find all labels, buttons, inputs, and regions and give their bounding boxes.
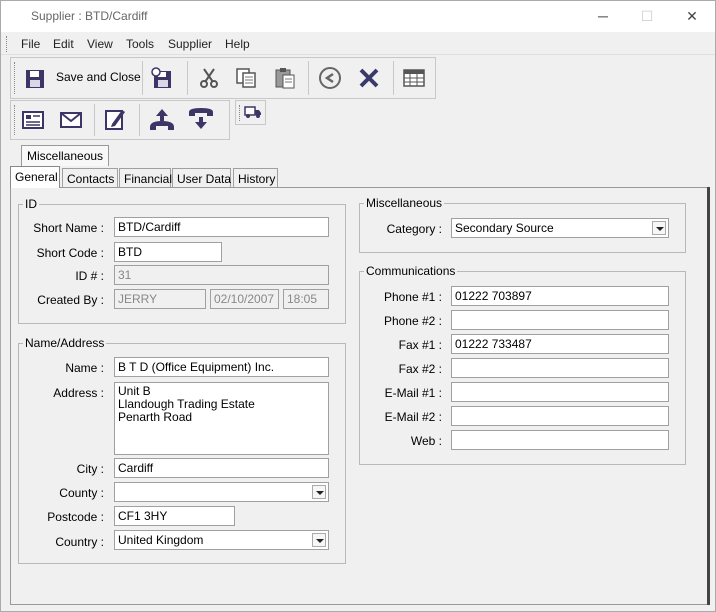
tab-user-data[interactable]: User Data [172, 168, 231, 188]
toolbar-grip[interactable] [239, 105, 242, 121]
close-button[interactable]: ✕ [669, 1, 715, 32]
misc-group-legend: Miscellaneous [364, 196, 445, 210]
toolbar-separator [393, 61, 394, 95]
chevron-down-icon[interactable] [652, 221, 666, 235]
chevron-down-icon[interactable] [312, 533, 326, 547]
phone1-label: Phone #1 : [383, 290, 442, 304]
fax1-label: Fax #1 : [398, 338, 442, 352]
undo-icon[interactable] [317, 65, 343, 91]
phone2-field[interactable] [451, 310, 669, 330]
window-title: Supplier : BTD/Cardiff [31, 9, 148, 23]
email2-field[interactable] [451, 406, 669, 426]
tab-miscellaneous[interactable]: Miscellaneous [21, 145, 110, 166]
menu-supplier[interactable]: Supplier [168, 37, 212, 51]
name-label: Name : [65, 361, 104, 375]
name-field[interactable]: B T D (Office Equipment) Inc. [114, 357, 329, 377]
menu-edit[interactable]: Edit [53, 37, 74, 51]
postcode-label: Postcode : [47, 510, 104, 524]
communications-group-legend: Communications [364, 264, 458, 278]
short-name-label: Short Name : [33, 221, 104, 235]
save-new-icon[interactable] [149, 65, 175, 91]
category-select[interactable]: Secondary Source [451, 218, 669, 238]
email1-field[interactable] [451, 382, 669, 402]
toolbar-grip[interactable] [14, 105, 17, 135]
address-field[interactable]: Unit B Llandough Trading Estate Penarth … [114, 382, 329, 455]
delete-icon[interactable] [356, 65, 382, 91]
id-field: 31 [114, 265, 329, 285]
supplier-window: Supplier : BTD/Cardiff ─ ☐ ✕ File Edit V… [0, 0, 716, 612]
toolbar-separator [308, 61, 309, 95]
toolbar-separator [139, 104, 140, 136]
id-group-legend: ID [23, 197, 39, 211]
short-name-field[interactable]: BTD/Cardiff [114, 217, 329, 237]
menu-help[interactable]: Help [225, 37, 250, 51]
tab-financial[interactable]: Financial [119, 168, 172, 188]
minimize-button[interactable]: ─ [580, 1, 626, 32]
card-icon[interactable] [20, 107, 46, 133]
address-label: Address : [53, 386, 104, 400]
menu-tools[interactable]: Tools [126, 37, 154, 51]
city-label: City : [76, 462, 104, 476]
email2-label: E-Mail #2 : [384, 410, 442, 424]
id-label: ID # : [75, 269, 104, 283]
county-select[interactable] [114, 482, 329, 502]
menu-grip[interactable] [6, 36, 9, 52]
phone2-label: Phone #2 : [383, 314, 442, 328]
save-icon[interactable] [23, 67, 47, 91]
maximize-button[interactable]: ☐ [624, 1, 670, 32]
save-and-close-button[interactable]: Save and Close [56, 70, 141, 84]
grid-icon[interactable] [401, 65, 427, 91]
country-select[interactable]: United Kingdom [114, 530, 329, 550]
short-code-field[interactable]: BTD [114, 242, 222, 262]
hangup-icon[interactable] [187, 105, 215, 133]
menu-bar: File Edit View Tools Supplier Help [1, 33, 715, 55]
edit-icon[interactable] [102, 105, 128, 133]
tab-general[interactable]: General [10, 166, 60, 188]
county-label: County : [59, 486, 104, 500]
cut-icon[interactable] [196, 65, 222, 91]
created-by-field: JERRY [114, 289, 206, 309]
truck-icon[interactable] [243, 103, 263, 121]
fax2-field[interactable] [451, 358, 669, 378]
email1-label: E-Mail #1 : [384, 386, 442, 400]
country-label: Country : [55, 535, 104, 549]
created-date-field: 02/10/2007 [210, 289, 279, 309]
fax1-field[interactable]: 01222 733487 [451, 334, 669, 354]
phone1-field[interactable]: 01222 703897 [451, 286, 669, 306]
country-value: United Kingdom [118, 533, 204, 547]
tab-contacts[interactable]: Contacts [62, 168, 118, 188]
tab-history[interactable]: History [233, 168, 278, 188]
category-label: Category : [386, 222, 442, 236]
short-code-label: Short Code : [36, 246, 104, 260]
fax2-label: Fax #2 : [398, 362, 442, 376]
chevron-down-icon[interactable] [312, 485, 326, 499]
copy-icon[interactable] [233, 65, 259, 91]
paste-icon[interactable] [272, 65, 298, 91]
toolbar-grip[interactable] [14, 62, 17, 94]
call-up-icon[interactable] [148, 105, 176, 133]
created-by-label: Created By : [37, 293, 104, 307]
web-field[interactable] [451, 430, 669, 450]
panel-edge [707, 187, 710, 605]
toolbar-separator [94, 104, 95, 136]
postcode-field[interactable]: CF1 3HY [114, 506, 235, 526]
city-field[interactable]: Cardiff [114, 458, 329, 478]
menu-file[interactable]: File [21, 37, 40, 51]
address-group-legend: Name/Address [23, 336, 107, 350]
created-time-field: 18:05 [283, 289, 329, 309]
menu-view[interactable]: View [87, 37, 113, 51]
mail-icon[interactable] [58, 107, 84, 133]
toolbar-separator [187, 61, 188, 95]
toolbar-separator [142, 61, 143, 95]
web-label: Web : [410, 434, 442, 448]
title-bar: Supplier : BTD/Cardiff ─ ☐ ✕ [1, 1, 715, 32]
category-value: Secondary Source [455, 221, 554, 235]
